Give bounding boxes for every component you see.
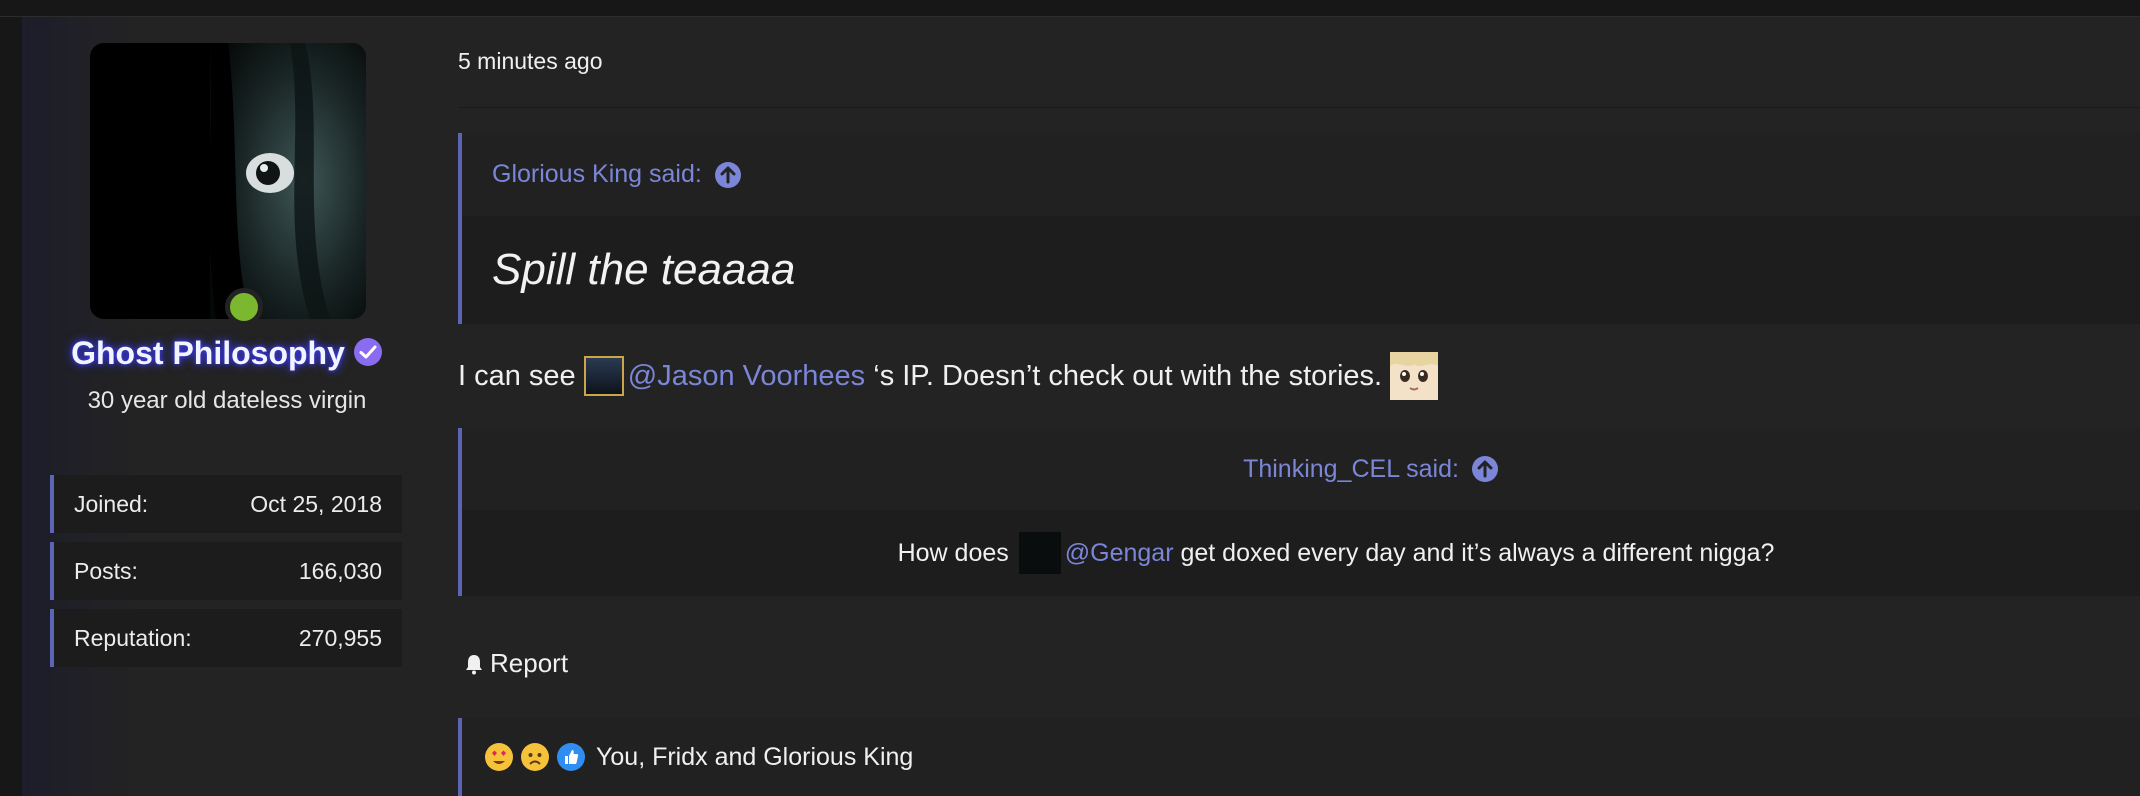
quote-text: Spill the teaaaa <box>462 216 2140 324</box>
body-text-suffix: ‘s IP. Doesn’t check out with the storie… <box>873 359 1383 392</box>
mention-link[interactable]: @Jason Voorhees <box>628 360 865 393</box>
header-divider <box>458 107 2140 108</box>
quote-block: Glorious King said: Spill the teaaaa <box>458 133 2140 324</box>
stat-joined: Joined: Oct 25, 2018 <box>50 475 402 533</box>
bell-icon <box>466 654 482 674</box>
user-title: 30 year old dateless virgin <box>87 387 367 414</box>
jump-to-quote-icon[interactable] <box>714 161 742 189</box>
quote-text-prefix: How does <box>897 538 1009 567</box>
user-stats: Joined: Oct 25, 2018 Posts: 166,030 Repu… <box>50 475 402 676</box>
post-body: I can see @Jason Voorhees ‘s IP. Doesn’t… <box>458 352 1439 400</box>
heart-eyes-reaction-icon <box>485 743 513 771</box>
verified-badge-icon <box>353 338 382 366</box>
stat-posts: Posts: 166,030 <box>50 542 402 600</box>
report-button[interactable]: Report <box>462 648 568 679</box>
stat-label: Joined: <box>74 490 149 517</box>
quote-author-link[interactable]: Glorious King said: <box>492 160 702 189</box>
anime-face-emoji-icon <box>1390 352 1439 400</box>
stat-label: Reputation: <box>74 624 192 651</box>
quote-text: How does @Gengar get doxed every day and … <box>462 510 2140 596</box>
quote-text-suffix: get doxed every day and it’s always a di… <box>1180 538 1775 567</box>
online-status-indicator <box>225 288 263 326</box>
reactions-users[interactable]: You, Fridx and Glorious King <box>596 743 913 772</box>
post-timestamp[interactable]: 5 minutes ago <box>458 48 602 75</box>
quote-block: Thinking_CEL said: How does @Gengar get d… <box>458 428 2140 596</box>
quote-header: Thinking_CEL said: <box>462 428 2140 510</box>
speech-arrow <box>410 78 432 118</box>
user-avatar[interactable] <box>90 43 366 319</box>
mention-avatar <box>583 356 624 396</box>
stat-value: 270,955 <box>298 624 382 651</box>
quote-header: Glorious King said: <box>462 133 2140 216</box>
sad-reaction-icon <box>521 743 549 771</box>
stat-value[interactable]: 166,030 <box>299 558 382 585</box>
stat-label: Posts: <box>74 557 138 584</box>
reactions-bar[interactable]: You, Fridx and Glorious King <box>458 718 2140 796</box>
user-cell: Ghost Philosophy 30 year old dateless vi… <box>22 17 432 796</box>
stat-reputation: Reputation: 270,955 <box>50 609 402 667</box>
jump-to-quote-icon[interactable] <box>1471 455 1499 483</box>
quote-author-link[interactable]: Thinking_CEL said: <box>1243 455 1459 484</box>
body-text-prefix: I can see <box>458 359 576 392</box>
like-reaction-icon <box>557 743 585 771</box>
stat-value: Oct 25, 2018 <box>250 490 382 517</box>
mention-link[interactable]: @Gengar <box>1065 539 1174 568</box>
report-label: Report <box>490 648 569 678</box>
username-row: Ghost Philosophy <box>22 335 432 372</box>
username-link[interactable]: Ghost Philosophy <box>71 335 345 371</box>
mention-avatar <box>1018 532 1061 574</box>
